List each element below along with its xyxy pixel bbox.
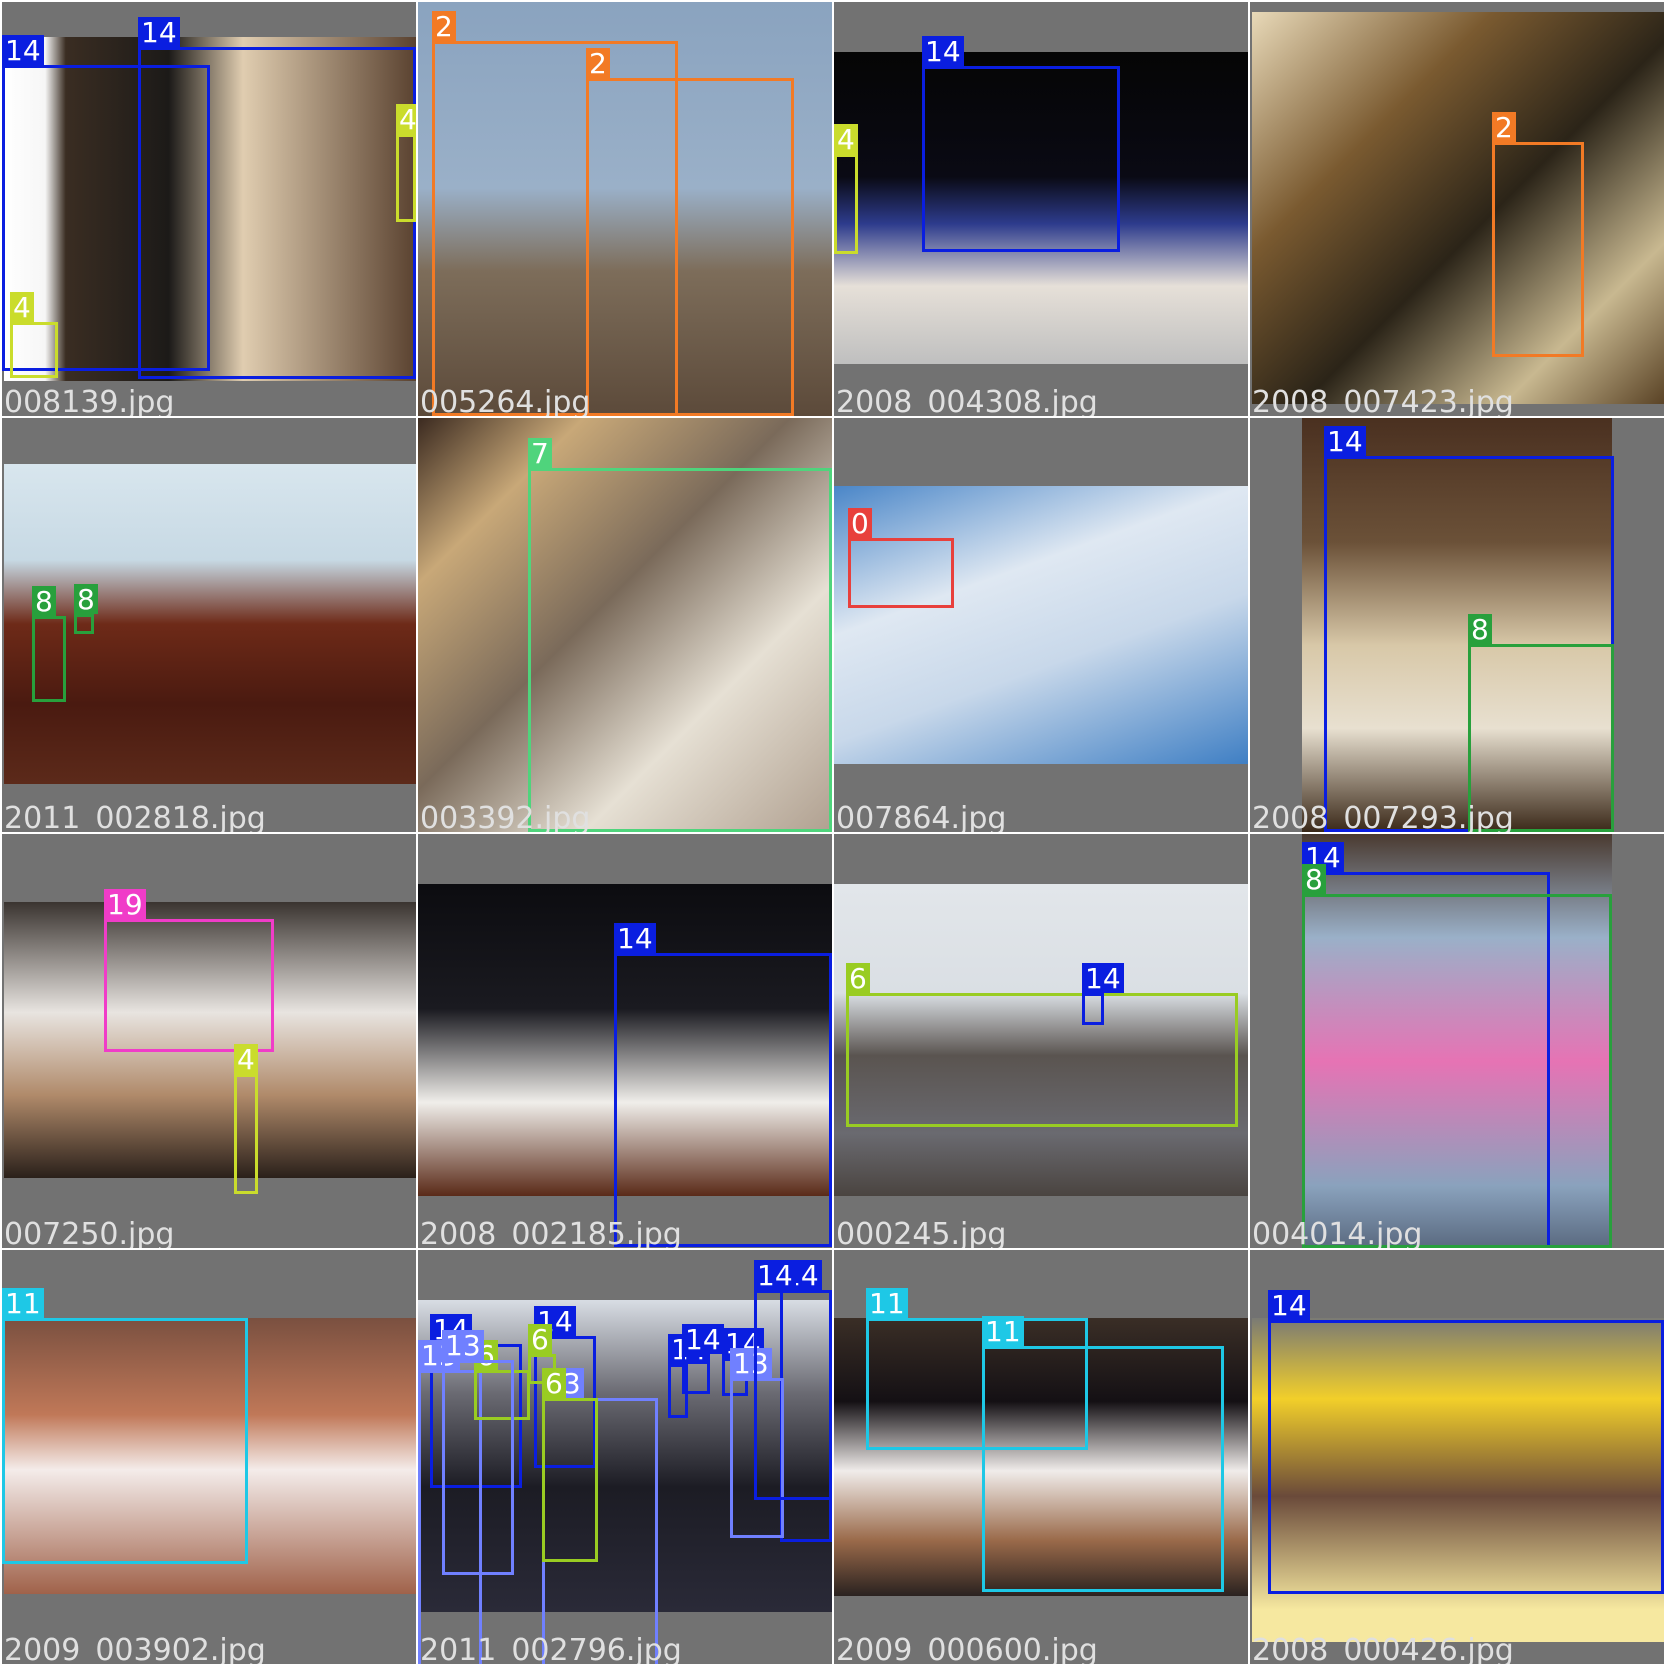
tile-filename: 005264.jpg bbox=[420, 385, 591, 416]
tile-filename: 2011_002796.jpg bbox=[420, 1633, 682, 1664]
detection-box bbox=[1082, 993, 1104, 1025]
detection-class-label: 4 bbox=[10, 292, 34, 323]
mosaic-tile: 14 2008_002185.jpg bbox=[418, 834, 832, 1248]
tile-filename: 007864.jpg bbox=[836, 801, 1007, 832]
detection-box bbox=[138, 47, 416, 379]
detection-class-label: 14 bbox=[1082, 963, 1124, 994]
detection-class-label: 2 bbox=[1492, 112, 1516, 143]
tile-filename: 2008_004308.jpg bbox=[836, 385, 1098, 416]
detection-box bbox=[982, 1346, 1224, 1592]
tile-filename: 2008_002185.jpg bbox=[420, 1217, 682, 1248]
mosaic-tile: 14 8 2008_007293.jpg bbox=[1250, 418, 1664, 832]
mosaic-tile: 14136131461361414141413142011_002796.jpg bbox=[418, 1250, 832, 1664]
detection-box bbox=[1302, 894, 1612, 1248]
tile-filename: 2009_000600.jpg bbox=[836, 1633, 1098, 1664]
detection-class-label: 14 bbox=[754, 1260, 796, 1291]
detection-box bbox=[396, 134, 416, 222]
detection-box bbox=[848, 538, 954, 608]
detection-box bbox=[586, 78, 794, 416]
detection-box bbox=[754, 1290, 832, 1500]
detection-box bbox=[1492, 142, 1584, 357]
detection-box bbox=[2, 1318, 248, 1564]
mosaic-tile: 14 4 2008_004308.jpg bbox=[834, 2, 1248, 416]
tile-filename: 004014.jpg bbox=[1252, 1217, 1423, 1248]
mosaic-tile: 6 14 000245.jpg bbox=[834, 834, 1248, 1248]
detection-box bbox=[442, 1360, 514, 1575]
detection-class-label: 4 bbox=[234, 1044, 258, 1075]
detection-box bbox=[10, 322, 58, 378]
detection-box bbox=[846, 993, 1238, 1127]
detection-class-label: 4 bbox=[396, 104, 416, 135]
mosaic-tile: 14 2008_000426.jpg bbox=[1250, 1250, 1664, 1664]
tile-filename: 2008_000426.jpg bbox=[1252, 1633, 1514, 1664]
detection-class-label: 14 bbox=[138, 17, 180, 48]
detection-class-label: 8 bbox=[1468, 614, 1492, 645]
detection-class-label: 6 bbox=[846, 963, 870, 994]
tile-filename: 000245.jpg bbox=[836, 1217, 1007, 1248]
detection-box bbox=[922, 66, 1120, 252]
mosaic-tile: 19 4 007250.jpg bbox=[2, 834, 416, 1248]
detection-class-label: 14 bbox=[1268, 1290, 1310, 1321]
detection-class-label: 8 bbox=[1302, 864, 1326, 895]
detection-class-label: 7 bbox=[528, 438, 552, 469]
mosaic-tile: 11 11 2009_000600.jpg bbox=[834, 1250, 1248, 1664]
detection-class-label: 14 bbox=[1324, 426, 1366, 457]
mosaic-tile: 7 003392.jpg bbox=[418, 418, 832, 832]
tile-photo-bird-feeder bbox=[1252, 12, 1664, 404]
tile-filename: 008139.jpg bbox=[4, 385, 175, 416]
mosaic-tile: 11 2009_003902.jpg bbox=[2, 1250, 416, 1664]
detection-box bbox=[104, 919, 274, 1052]
detection-class-label: 8 bbox=[32, 586, 56, 617]
detection-box bbox=[528, 468, 832, 832]
detection-box bbox=[614, 953, 832, 1247]
detection-class-label: 6 bbox=[528, 1324, 552, 1355]
detection-class-label: 8 bbox=[74, 584, 98, 615]
tile-photo-jet-sky bbox=[834, 486, 1248, 764]
detection-box bbox=[834, 154, 858, 254]
tile-filename: 2008_007293.jpg bbox=[1252, 801, 1514, 832]
detection-box bbox=[682, 1354, 710, 1394]
detection-class-label: 14 bbox=[922, 36, 964, 67]
detection-class-label: 4 bbox=[834, 124, 858, 155]
tile-filename: 2009_003902.jpg bbox=[4, 1633, 266, 1664]
mosaic-tile: 14 14 4 4 008139.jpg bbox=[2, 2, 416, 416]
tile-filename: 007250.jpg bbox=[4, 1217, 175, 1248]
detection-class-label: 14 bbox=[2, 35, 44, 66]
detection-class-label: 11 bbox=[2, 1288, 44, 1319]
detection-class-label: 2 bbox=[586, 48, 610, 79]
detection-class-label: 6 bbox=[542, 1368, 566, 1399]
detection-mosaic-grid: 14 14 4 4 008139.jpg 2 2 005264.jpg 14 4 2008_0043… bbox=[0, 0, 1664, 1664]
tile-filename: 003392.jpg bbox=[420, 801, 591, 832]
mosaic-tile: 0 007864.jpg bbox=[834, 418, 1248, 832]
detection-box bbox=[74, 614, 94, 634]
detection-class-label: 0 bbox=[848, 508, 872, 539]
detection-class-label: 19 bbox=[104, 889, 146, 920]
detection-class-label: 2 bbox=[432, 11, 456, 42]
mosaic-tile: 8 8 2011_002818.jpg bbox=[2, 418, 416, 832]
detection-box bbox=[1268, 1320, 1664, 1594]
detection-box bbox=[32, 616, 66, 702]
mosaic-tile: 2 2008_007423.jpg bbox=[1250, 2, 1664, 416]
detection-class-label: 14 bbox=[682, 1324, 724, 1355]
tile-filename: 2011_002818.jpg bbox=[4, 801, 266, 832]
mosaic-tile: 2 2 005264.jpg bbox=[418, 2, 832, 416]
tile-filename: 2008_007423.jpg bbox=[1252, 385, 1514, 416]
mosaic-tile: 14 8 004014.jpg bbox=[1250, 834, 1664, 1248]
detection-box bbox=[542, 1398, 598, 1562]
detection-class-label: 14 bbox=[614, 923, 656, 954]
detection-class-label: 11 bbox=[982, 1316, 1024, 1347]
detection-class-label: 11 bbox=[866, 1288, 908, 1319]
detection-class-label: 13 bbox=[442, 1330, 484, 1361]
detection-box bbox=[234, 1074, 258, 1194]
